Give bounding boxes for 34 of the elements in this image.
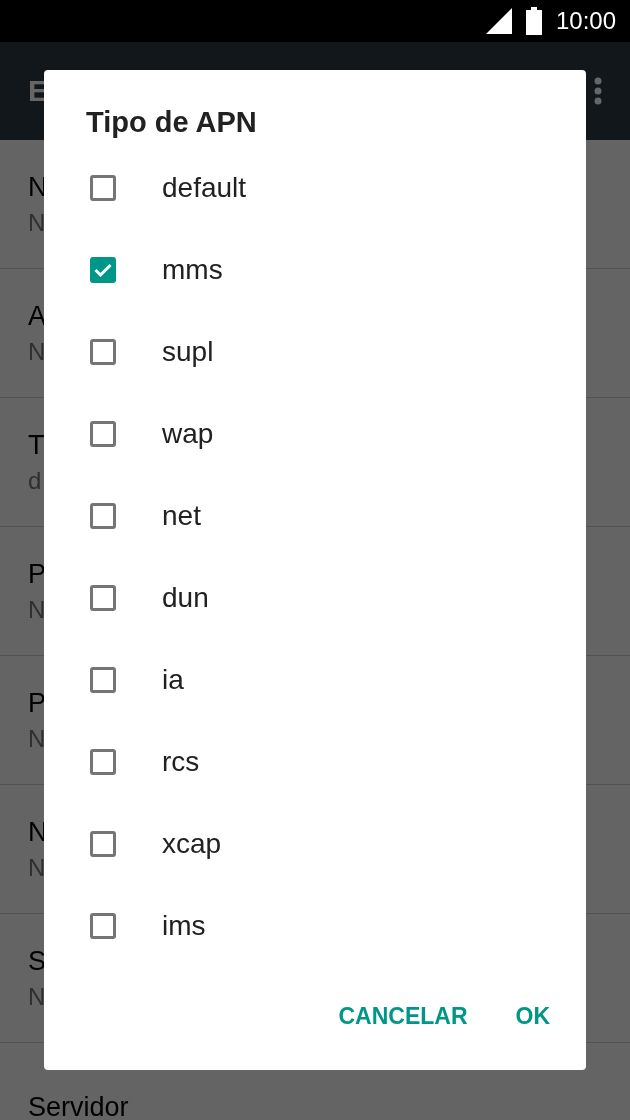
- option-label: dun: [162, 582, 209, 614]
- dialog-title: Tipo de APN: [86, 106, 258, 139]
- setting-title: T: [28, 429, 45, 461]
- checkbox[interactable]: [90, 503, 116, 529]
- checkbox[interactable]: [90, 913, 116, 939]
- setting-title: A: [28, 300, 46, 332]
- battery-icon: [525, 7, 542, 35]
- setting-title: P: [28, 558, 46, 590]
- ok-button[interactable]: OK: [499, 993, 566, 1040]
- option-label: mms: [162, 254, 223, 286]
- cancel-button[interactable]: CANCELAR: [322, 993, 484, 1040]
- setting-title: Servidor: [28, 1091, 129, 1120]
- checkbox[interactable]: [90, 257, 116, 283]
- setting-title: S: [28, 945, 46, 977]
- option-label: ia: [162, 664, 184, 696]
- more-options-icon[interactable]: [594, 77, 602, 105]
- option-label: xcap: [162, 828, 222, 860]
- option-label: default: [162, 172, 247, 204]
- option-label: rcs: [162, 746, 200, 778]
- checkbox[interactable]: [90, 175, 116, 201]
- clock-time: 10:00: [555, 7, 616, 35]
- option-label: net: [162, 500, 201, 532]
- signal-icon: [485, 8, 512, 34]
- option-label: ims: [162, 910, 206, 942]
- checkmark-icon: [94, 263, 112, 277]
- checkbox[interactable]: [90, 585, 116, 611]
- option-label: supl: [162, 336, 214, 368]
- checkbox[interactable]: [90, 749, 116, 775]
- setting-title: P: [28, 687, 46, 719]
- checkbox[interactable]: [90, 831, 116, 857]
- checkbox[interactable]: [90, 667, 116, 693]
- checkbox[interactable]: [90, 339, 116, 365]
- option-label: wap: [162, 418, 214, 450]
- checkbox[interactable]: [90, 421, 116, 447]
